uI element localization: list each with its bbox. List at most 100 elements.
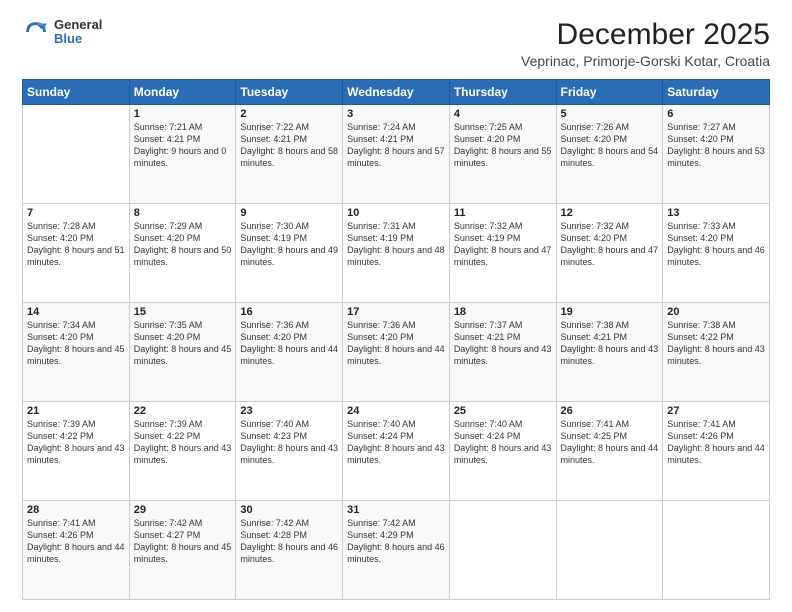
- logo-blue-text: Blue: [54, 32, 102, 46]
- day-number: 23: [240, 405, 338, 417]
- page: General Blue December 2025 Veprinac, Pri…: [0, 0, 792, 612]
- day-info: Sunrise: 7:38 AMSunset: 4:21 PMDaylight:…: [561, 319, 659, 368]
- header: General Blue December 2025 Veprinac, Pri…: [22, 18, 770, 69]
- day-number: 16: [240, 306, 338, 318]
- day-number: 11: [454, 207, 552, 219]
- calendar-cell: 19Sunrise: 7:38 AMSunset: 4:21 PMDayligh…: [556, 303, 663, 402]
- calendar-week-2: 7Sunrise: 7:28 AMSunset: 4:20 PMDaylight…: [23, 204, 770, 303]
- day-number: 8: [134, 207, 232, 219]
- calendar-cell: [663, 501, 770, 600]
- calendar-cell: 12Sunrise: 7:32 AMSunset: 4:20 PMDayligh…: [556, 204, 663, 303]
- title-block: December 2025 Veprinac, Primorje-Gorski …: [521, 18, 770, 69]
- calendar-week-4: 21Sunrise: 7:39 AMSunset: 4:22 PMDayligh…: [23, 402, 770, 501]
- day-info: Sunrise: 7:30 AMSunset: 4:19 PMDaylight:…: [240, 220, 338, 269]
- day-info: Sunrise: 7:41 AMSunset: 4:25 PMDaylight:…: [561, 418, 659, 467]
- calendar-cell: 1Sunrise: 7:21 AMSunset: 4:21 PMDaylight…: [129, 105, 236, 204]
- calendar-cell: 22Sunrise: 7:39 AMSunset: 4:22 PMDayligh…: [129, 402, 236, 501]
- day-number: 13: [667, 207, 765, 219]
- day-info: Sunrise: 7:40 AMSunset: 4:24 PMDaylight:…: [454, 418, 552, 467]
- calendar-cell: 6Sunrise: 7:27 AMSunset: 4:20 PMDaylight…: [663, 105, 770, 204]
- day-number: 17: [347, 306, 445, 318]
- calendar-cell: 21Sunrise: 7:39 AMSunset: 4:22 PMDayligh…: [23, 402, 130, 501]
- day-info: Sunrise: 7:37 AMSunset: 4:21 PMDaylight:…: [454, 319, 552, 368]
- day-info: Sunrise: 7:42 AMSunset: 4:28 PMDaylight:…: [240, 517, 338, 566]
- calendar-cell: 2Sunrise: 7:22 AMSunset: 4:21 PMDaylight…: [236, 105, 343, 204]
- logo-icon: [22, 18, 50, 46]
- day-number: 27: [667, 405, 765, 417]
- day-number: 9: [240, 207, 338, 219]
- day-info: Sunrise: 7:32 AMSunset: 4:20 PMDaylight:…: [561, 220, 659, 269]
- calendar-cell: 7Sunrise: 7:28 AMSunset: 4:20 PMDaylight…: [23, 204, 130, 303]
- col-sunday: Sunday: [23, 80, 130, 105]
- calendar-week-5: 28Sunrise: 7:41 AMSunset: 4:26 PMDayligh…: [23, 501, 770, 600]
- logo-general-text: General: [54, 18, 102, 32]
- day-number: 28: [27, 504, 125, 516]
- day-info: Sunrise: 7:26 AMSunset: 4:20 PMDaylight:…: [561, 121, 659, 170]
- day-info: Sunrise: 7:36 AMSunset: 4:20 PMDaylight:…: [240, 319, 338, 368]
- day-info: Sunrise: 7:31 AMSunset: 4:19 PMDaylight:…: [347, 220, 445, 269]
- calendar-cell: 29Sunrise: 7:42 AMSunset: 4:27 PMDayligh…: [129, 501, 236, 600]
- day-number: 6: [667, 108, 765, 120]
- day-info: Sunrise: 7:32 AMSunset: 4:19 PMDaylight:…: [454, 220, 552, 269]
- day-info: Sunrise: 7:34 AMSunset: 4:20 PMDaylight:…: [27, 319, 125, 368]
- calendar-cell: 23Sunrise: 7:40 AMSunset: 4:23 PMDayligh…: [236, 402, 343, 501]
- day-number: 1: [134, 108, 232, 120]
- day-number: 31: [347, 504, 445, 516]
- day-number: 7: [27, 207, 125, 219]
- calendar-cell: 30Sunrise: 7:42 AMSunset: 4:28 PMDayligh…: [236, 501, 343, 600]
- col-friday: Friday: [556, 80, 663, 105]
- day-number: 10: [347, 207, 445, 219]
- day-info: Sunrise: 7:35 AMSunset: 4:20 PMDaylight:…: [134, 319, 232, 368]
- calendar-cell: 16Sunrise: 7:36 AMSunset: 4:20 PMDayligh…: [236, 303, 343, 402]
- day-number: 14: [27, 306, 125, 318]
- day-info: Sunrise: 7:42 AMSunset: 4:29 PMDaylight:…: [347, 517, 445, 566]
- day-number: 29: [134, 504, 232, 516]
- calendar-cell: 20Sunrise: 7:38 AMSunset: 4:22 PMDayligh…: [663, 303, 770, 402]
- day-info: Sunrise: 7:24 AMSunset: 4:21 PMDaylight:…: [347, 121, 445, 170]
- day-info: Sunrise: 7:41 AMSunset: 4:26 PMDaylight:…: [667, 418, 765, 467]
- calendar-cell: 4Sunrise: 7:25 AMSunset: 4:20 PMDaylight…: [449, 105, 556, 204]
- col-wednesday: Wednesday: [343, 80, 450, 105]
- calendar-cell: 25Sunrise: 7:40 AMSunset: 4:24 PMDayligh…: [449, 402, 556, 501]
- calendar-cell: 11Sunrise: 7:32 AMSunset: 4:19 PMDayligh…: [449, 204, 556, 303]
- day-number: 21: [27, 405, 125, 417]
- calendar-table: Sunday Monday Tuesday Wednesday Thursday…: [22, 79, 770, 600]
- day-number: 19: [561, 306, 659, 318]
- day-info: Sunrise: 7:25 AMSunset: 4:20 PMDaylight:…: [454, 121, 552, 170]
- calendar-cell: 27Sunrise: 7:41 AMSunset: 4:26 PMDayligh…: [663, 402, 770, 501]
- calendar-cell: 5Sunrise: 7:26 AMSunset: 4:20 PMDaylight…: [556, 105, 663, 204]
- col-saturday: Saturday: [663, 80, 770, 105]
- calendar-week-3: 14Sunrise: 7:34 AMSunset: 4:20 PMDayligh…: [23, 303, 770, 402]
- day-number: 22: [134, 405, 232, 417]
- col-tuesday: Tuesday: [236, 80, 343, 105]
- day-number: 5: [561, 108, 659, 120]
- calendar-cell: 18Sunrise: 7:37 AMSunset: 4:21 PMDayligh…: [449, 303, 556, 402]
- day-number: 25: [454, 405, 552, 417]
- calendar-cell: [449, 501, 556, 600]
- calendar-cell: 17Sunrise: 7:36 AMSunset: 4:20 PMDayligh…: [343, 303, 450, 402]
- day-number: 20: [667, 306, 765, 318]
- day-info: Sunrise: 7:40 AMSunset: 4:23 PMDaylight:…: [240, 418, 338, 467]
- logo: General Blue: [22, 18, 102, 47]
- calendar-header-row: Sunday Monday Tuesday Wednesday Thursday…: [23, 80, 770, 105]
- day-number: 26: [561, 405, 659, 417]
- day-info: Sunrise: 7:22 AMSunset: 4:21 PMDaylight:…: [240, 121, 338, 170]
- day-number: 15: [134, 306, 232, 318]
- calendar-cell: 15Sunrise: 7:35 AMSunset: 4:20 PMDayligh…: [129, 303, 236, 402]
- day-info: Sunrise: 7:33 AMSunset: 4:20 PMDaylight:…: [667, 220, 765, 269]
- calendar-cell: 31Sunrise: 7:42 AMSunset: 4:29 PMDayligh…: [343, 501, 450, 600]
- day-number: 12: [561, 207, 659, 219]
- day-info: Sunrise: 7:21 AMSunset: 4:21 PMDaylight:…: [134, 121, 232, 170]
- day-info: Sunrise: 7:36 AMSunset: 4:20 PMDaylight:…: [347, 319, 445, 368]
- calendar-cell: 8Sunrise: 7:29 AMSunset: 4:20 PMDaylight…: [129, 204, 236, 303]
- day-info: Sunrise: 7:39 AMSunset: 4:22 PMDaylight:…: [27, 418, 125, 467]
- calendar-cell: 28Sunrise: 7:41 AMSunset: 4:26 PMDayligh…: [23, 501, 130, 600]
- main-title: December 2025: [521, 18, 770, 51]
- day-info: Sunrise: 7:40 AMSunset: 4:24 PMDaylight:…: [347, 418, 445, 467]
- calendar-cell: 13Sunrise: 7:33 AMSunset: 4:20 PMDayligh…: [663, 204, 770, 303]
- logo-text: General Blue: [54, 18, 102, 47]
- day-number: 24: [347, 405, 445, 417]
- calendar-cell: [556, 501, 663, 600]
- day-info: Sunrise: 7:38 AMSunset: 4:22 PMDaylight:…: [667, 319, 765, 368]
- day-info: Sunrise: 7:42 AMSunset: 4:27 PMDaylight:…: [134, 517, 232, 566]
